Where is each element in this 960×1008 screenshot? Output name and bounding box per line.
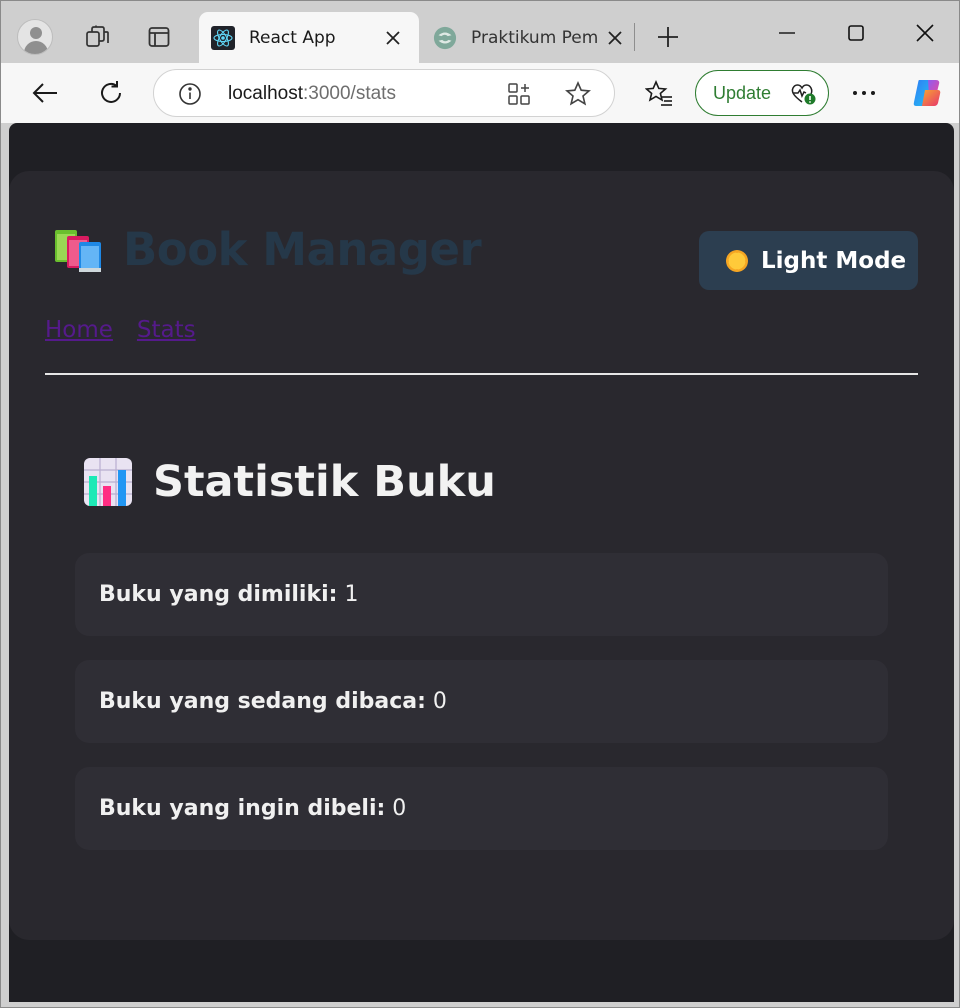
site-info-icon[interactable] xyxy=(178,82,202,106)
address-bar[interactable]: localhost:3000/stats xyxy=(153,69,615,117)
stat-value: 0 xyxy=(392,796,407,821)
new-tab-icon[interactable] xyxy=(652,21,684,53)
react-logo-icon xyxy=(211,26,235,50)
refresh-icon[interactable] xyxy=(91,75,131,111)
stat-label: Buku yang sedang dibaca: xyxy=(99,689,426,714)
tab-title: Praktikum Pemr xyxy=(471,28,599,48)
books-icon xyxy=(53,226,105,274)
bar-chart-icon xyxy=(84,458,132,506)
update-label: Update xyxy=(713,82,772,103)
browser-toolbar: localhost:3000/stats Update xyxy=(1,63,959,123)
page-title: Statistik Buku xyxy=(153,457,496,507)
stat-card-owned: Buku yang dimiliki: 1 xyxy=(75,553,888,636)
tab-separator xyxy=(634,23,635,51)
more-options-icon[interactable] xyxy=(844,75,884,111)
site-logo-icon xyxy=(433,26,457,50)
nav-divider xyxy=(45,373,918,375)
url-text: localhost:3000/stats xyxy=(228,83,396,104)
app-available-icon[interactable] xyxy=(506,81,532,107)
minimize-icon[interactable] xyxy=(767,13,807,53)
favorite-star-icon[interactable] xyxy=(565,81,591,107)
favorites-icon[interactable] xyxy=(639,75,679,111)
tab-strip: React App Praktikum Pemr xyxy=(1,1,959,64)
close-window-icon[interactable] xyxy=(905,13,945,53)
light-mode-label: Light Mode xyxy=(761,247,907,274)
brand: Book Manager xyxy=(53,223,482,276)
close-tab-icon[interactable] xyxy=(381,26,405,50)
tab-react-app[interactable]: React App xyxy=(199,12,419,64)
stat-card-reading: Buku yang sedang dibaca: 0 xyxy=(75,660,888,743)
stat-label: Buku yang dimiliki: xyxy=(99,582,338,607)
vertical-tabs-icon[interactable] xyxy=(143,21,175,53)
update-button[interactable]: Update xyxy=(695,70,829,116)
close-tab-icon[interactable] xyxy=(603,26,627,50)
profile-avatar-icon[interactable] xyxy=(17,19,53,55)
stat-card-wishlist: Buku yang ingin dibeli: 0 xyxy=(75,767,888,850)
brand-title[interactable]: Book Manager xyxy=(123,223,482,276)
main-nav: Home Stats xyxy=(45,317,196,343)
sun-icon xyxy=(726,249,748,272)
page-viewport: Book Manager Light Mode Home Stats Stati… xyxy=(9,123,954,1002)
stat-value: 1 xyxy=(344,582,359,607)
back-arrow-icon[interactable] xyxy=(25,75,65,111)
maximize-icon[interactable] xyxy=(836,13,876,53)
stat-label: Buku yang ingin dibeli: xyxy=(99,796,386,821)
browser-health-icon xyxy=(791,84,816,105)
app-container: Book Manager Light Mode Home Stats Stati… xyxy=(9,171,954,940)
tab-praktikum[interactable]: Praktikum Pemr xyxy=(421,12,633,64)
light-mode-button[interactable]: Light Mode xyxy=(699,231,918,290)
tab-title: React App xyxy=(249,28,336,48)
nav-link-stats[interactable]: Stats xyxy=(137,317,196,343)
stats-heading: Statistik Buku xyxy=(83,457,496,507)
stat-value: 0 xyxy=(432,689,447,714)
copilot-icon[interactable] xyxy=(907,75,947,111)
workspaces-icon[interactable] xyxy=(81,21,113,53)
browser-window: React App Praktikum Pemr localhost:3000/… xyxy=(0,0,960,1008)
nav-link-home[interactable]: Home xyxy=(45,317,113,343)
